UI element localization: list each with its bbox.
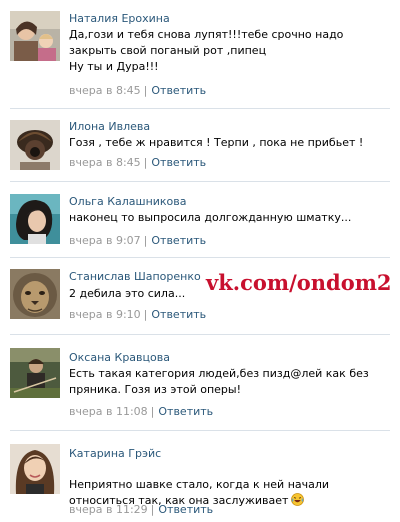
comment-text: наконец то выпросила долгожданную шматку… bbox=[69, 211, 352, 224]
comment-author[interactable]: Наталия Ерохина bbox=[69, 12, 170, 25]
comment-meta: вчера в 8:45 | Ответить bbox=[69, 156, 206, 169]
meta-separator: | bbox=[143, 234, 148, 247]
reply-link[interactable]: Ответить bbox=[158, 405, 213, 418]
reply-link[interactable]: Ответить bbox=[151, 84, 206, 97]
avatar[interactable] bbox=[10, 11, 60, 61]
comment-meta: вчера в 11:08 | Ответить bbox=[69, 405, 213, 418]
comment-author[interactable]: Катарина Грэйс bbox=[69, 447, 161, 460]
comment-author[interactable]: Оксана Кравцова bbox=[69, 351, 170, 364]
divider bbox=[10, 257, 390, 258]
comment-time[interactable]: вчера в 9:10 bbox=[69, 308, 141, 321]
divider bbox=[10, 334, 390, 335]
reply-link[interactable]: Ответить bbox=[158, 503, 213, 516]
comment-meta: вчера в 11:29 | Ответить bbox=[69, 503, 213, 516]
comment-time[interactable]: вчера в 11:08 bbox=[69, 405, 148, 418]
avatar[interactable] bbox=[10, 269, 60, 319]
avatar[interactable] bbox=[10, 444, 60, 494]
comment-author[interactable]: Ольга Калашникова bbox=[69, 195, 187, 208]
divider bbox=[10, 181, 390, 182]
divider bbox=[10, 430, 390, 431]
comment-meta: вчера в 9:10 | Ответить bbox=[69, 308, 206, 321]
comment-time[interactable]: вчера в 8:45 bbox=[69, 84, 141, 97]
meta-separator: | bbox=[150, 503, 155, 516]
avatar[interactable] bbox=[10, 194, 60, 244]
meta-separator: | bbox=[143, 156, 148, 169]
comment-meta: вчера в 9:07 | Ответить bbox=[69, 234, 206, 247]
avatar[interactable] bbox=[10, 348, 60, 398]
comment-text: Да,гози и тебя снова лупят!!!тебе срочно… bbox=[69, 28, 344, 73]
comment-text: Есть такая категория людей,без пизд@лей … bbox=[69, 367, 369, 396]
divider bbox=[10, 108, 390, 109]
meta-separator: | bbox=[143, 84, 148, 97]
comment-time[interactable]: вчера в 9:07 bbox=[69, 234, 141, 247]
reply-link[interactable]: Ответить bbox=[151, 156, 206, 169]
comment-time[interactable]: вчера в 8:45 bbox=[69, 156, 141, 169]
reply-link[interactable]: Ответить bbox=[151, 234, 206, 247]
meta-separator: | bbox=[143, 308, 148, 321]
comment-author[interactable]: Илона Ивлева bbox=[69, 120, 150, 133]
comment-meta: вчера в 8:45 | Ответить bbox=[69, 84, 206, 97]
laughing-emoji-icon bbox=[291, 493, 305, 506]
comment-text: Неприятно шавке стало, когда к ней начал… bbox=[69, 461, 389, 509]
reply-link[interactable]: Ответить bbox=[151, 308, 206, 321]
meta-separator: | bbox=[150, 405, 155, 418]
comment-time[interactable]: вчера в 11:29 bbox=[69, 503, 148, 516]
watermark-text: vk.com/ondom2 bbox=[206, 270, 392, 295]
comment-text: Гозя , тебе ж нравится ! Терпи , пока не… bbox=[69, 136, 364, 149]
comment-author[interactable]: Станислав Шапоренко bbox=[69, 270, 201, 283]
avatar[interactable] bbox=[10, 120, 60, 170]
